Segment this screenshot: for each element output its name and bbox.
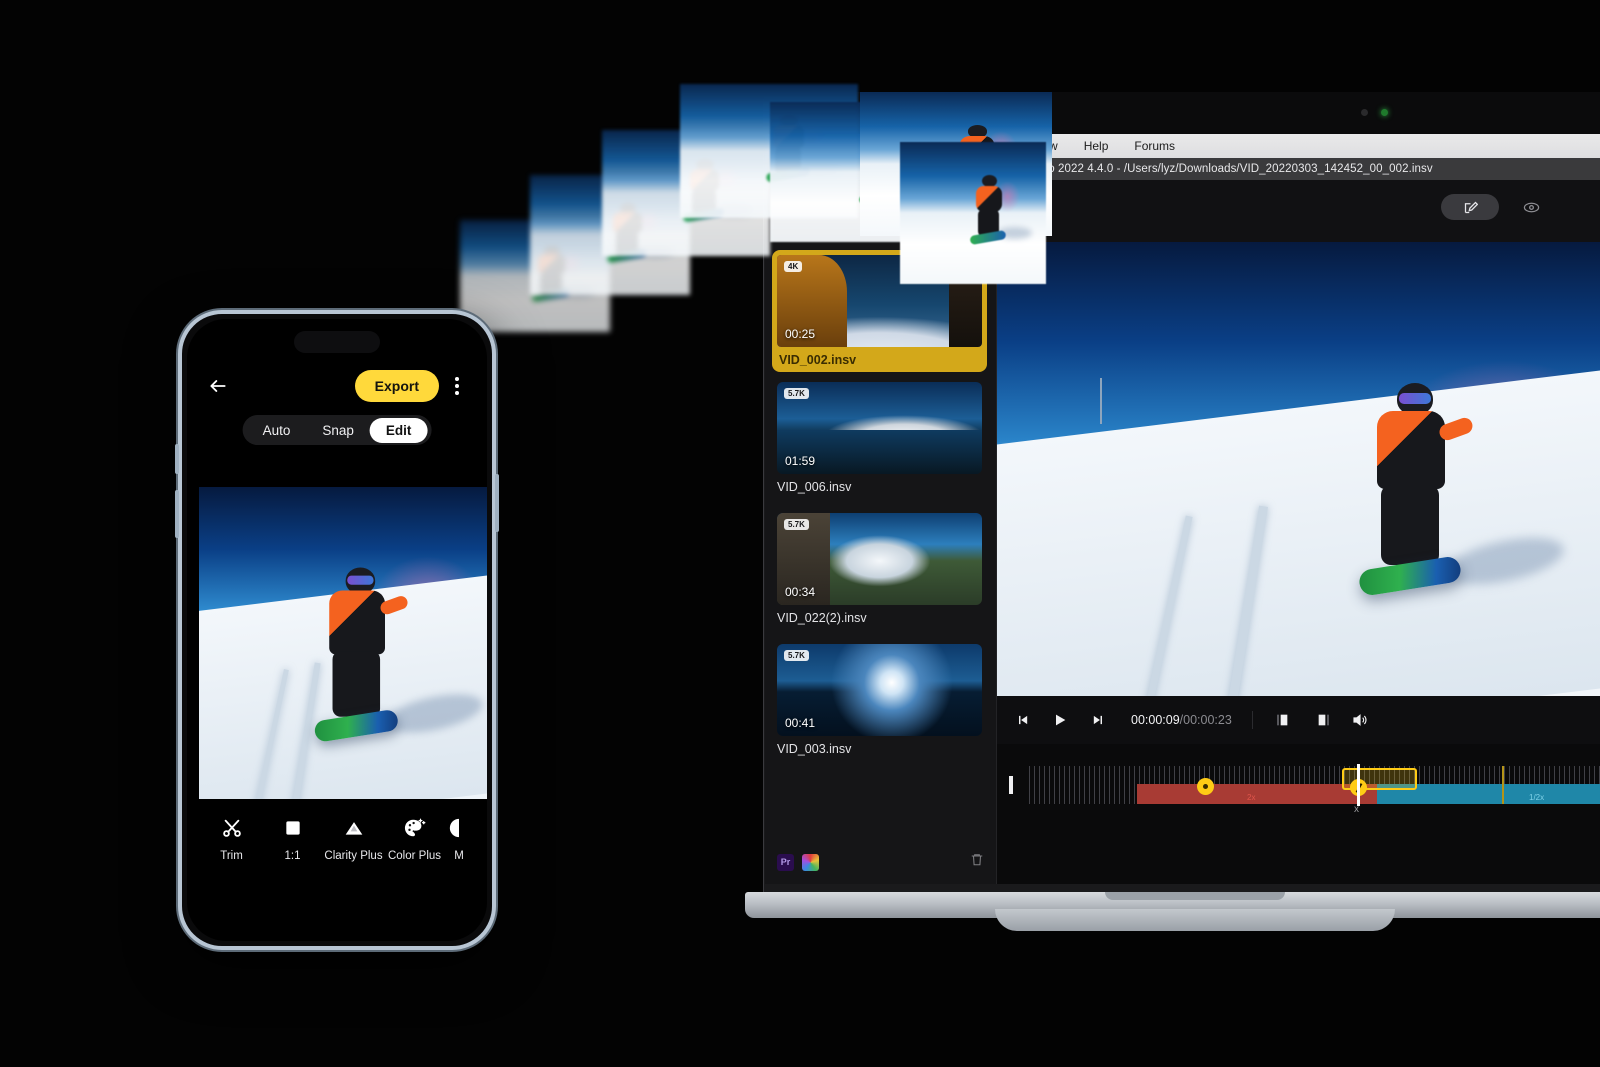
tool-color-plus[interactable]: Color Plus bbox=[384, 815, 445, 862]
keyframe-dot-icon[interactable] bbox=[1197, 778, 1214, 795]
clip-filename: VID_022(2).insv bbox=[777, 611, 867, 625]
mode-tab-auto[interactable]: Auto bbox=[247, 418, 307, 443]
floating-frame-stack bbox=[380, 60, 1080, 360]
clip-duration: 00:41 bbox=[785, 716, 816, 730]
phone-video-preview[interactable] bbox=[199, 487, 487, 799]
aspect-ratio-icon bbox=[283, 815, 303, 841]
clip-item-vid-003[interactable]: 5.7K 00:41 VID_003.insv bbox=[777, 644, 982, 761]
clip-thumbnail: 5.7K 00:34 bbox=[777, 513, 982, 605]
clarity-triangle-icon bbox=[342, 815, 366, 841]
sidebar-footer: Pr bbox=[777, 852, 984, 872]
clip-quality-badge: 5.7K bbox=[784, 650, 809, 661]
tool-label: Trim bbox=[220, 850, 243, 862]
tool-aspect-ratio[interactable]: 1:1 bbox=[262, 815, 323, 862]
timeline-playhead[interactable] bbox=[1357, 764, 1360, 806]
total-time: 00:00:23 bbox=[1183, 713, 1232, 727]
menu-help[interactable]: Help bbox=[1084, 139, 1109, 153]
color-palette-icon[interactable] bbox=[802, 853, 819, 871]
phone-screen: Export Auto Snap Edit Trim 1:1 Clarity P… bbox=[187, 319, 487, 941]
clip-thumbnail: 5.7K 00:41 bbox=[777, 644, 982, 736]
premiere-plugin-icon[interactable]: Pr bbox=[777, 853, 794, 871]
play-icon[interactable] bbox=[1049, 710, 1071, 730]
trash-icon[interactable] bbox=[970, 852, 984, 872]
clip-item-vid-006[interactable]: 5.7K 01:59 VID_006.insv bbox=[777, 382, 982, 499]
tool-label: M bbox=[454, 850, 464, 862]
phone-header: Export bbox=[187, 363, 487, 409]
clip-quality-badge: 5.7K bbox=[784, 388, 809, 399]
tool-trim[interactable]: Trim bbox=[201, 815, 262, 862]
mode-tab-edit[interactable]: Edit bbox=[369, 417, 428, 443]
filmstrip-frame bbox=[900, 142, 1046, 284]
mode-segmented-control[interactable]: Auto Snap Edit bbox=[242, 415, 432, 445]
mark-out-icon[interactable] bbox=[1311, 710, 1333, 730]
color-palette-icon bbox=[403, 815, 427, 841]
menu-forums[interactable]: Forums bbox=[1134, 139, 1175, 153]
mode-tab-snap[interactable]: Snap bbox=[306, 418, 370, 443]
more-vertical-icon[interactable] bbox=[445, 373, 469, 399]
clip-duration: 01:59 bbox=[785, 454, 816, 468]
timeline-start-marker bbox=[1009, 776, 1013, 794]
volume-icon[interactable] bbox=[1349, 710, 1371, 730]
phone-volume-buttons[interactable] bbox=[175, 490, 179, 538]
timecode-display: 00:00:09/00:00:23 bbox=[1131, 713, 1232, 727]
webcam-icon bbox=[1361, 109, 1368, 116]
playback-controls: 00:00:09/00:00:23 bbox=[997, 696, 1600, 744]
editing-timeline[interactable]: 2x 1/2x x bbox=[997, 744, 1600, 884]
clip-thumbnail: 5.7K 01:59 bbox=[777, 382, 982, 474]
snowboarder-subject bbox=[1345, 369, 1568, 619]
video-preview[interactable] bbox=[997, 242, 1600, 696]
edit-pencil-icon[interactable] bbox=[1441, 194, 1499, 220]
toolbar-divider bbox=[1251, 711, 1253, 729]
skip-next-icon[interactable] bbox=[1087, 710, 1109, 730]
tool-label: Color Plus bbox=[387, 850, 442, 862]
clip-quality-badge: 5.7K bbox=[784, 519, 809, 530]
speed-label-right: 1/2x bbox=[1529, 793, 1545, 802]
timeline-track[interactable]: 2x 1/2x x bbox=[1007, 764, 1600, 815]
laptop-base-notch bbox=[1105, 892, 1285, 900]
eye-icon[interactable] bbox=[1521, 197, 1541, 217]
laptop-base-foot bbox=[995, 909, 1395, 931]
cut-marker[interactable]: x bbox=[1354, 804, 1359, 815]
tool-label: 1:1 bbox=[284, 850, 301, 862]
speed-segment[interactable] bbox=[1137, 784, 1377, 804]
phone-notch bbox=[294, 331, 380, 353]
snowboarder-subject bbox=[303, 556, 487, 743]
clip-item-vid-022[interactable]: 5.7K 00:34 VID_022(2).insv bbox=[777, 513, 982, 630]
partial-circle-icon bbox=[448, 815, 470, 841]
clip-filename: VID_006.insv bbox=[777, 480, 852, 494]
phone-power-button[interactable] bbox=[495, 474, 499, 532]
scissors-icon bbox=[221, 815, 243, 841]
export-button[interactable]: Export bbox=[354, 370, 439, 402]
phone-tool-bar: Trim 1:1 Clarity Plus Color Plus M bbox=[187, 815, 487, 862]
back-arrow-icon[interactable] bbox=[205, 373, 231, 399]
current-time: 00:00:09 bbox=[1131, 713, 1180, 727]
camera-indicator-light-icon bbox=[1381, 109, 1388, 116]
tool-clarity-plus[interactable]: Clarity Plus bbox=[323, 815, 384, 862]
smartphone-device: Export Auto Snap Edit Trim 1:1 Clarity P… bbox=[175, 310, 499, 950]
speed-label-left: 2x bbox=[1247, 793, 1256, 802]
clip-duration: 00:34 bbox=[785, 585, 816, 599]
screenshot-stage: Window Help Forums Insta360 Studio 2022 … bbox=[0, 0, 1600, 1067]
tool-label: Clarity Plus bbox=[324, 850, 383, 862]
tool-more[interactable]: M bbox=[445, 815, 473, 862]
mark-in-icon[interactable] bbox=[1273, 710, 1295, 730]
timeline-end-marker bbox=[1502, 766, 1504, 804]
clip-filename: VID_003.insv bbox=[777, 742, 852, 756]
phone-mute-switch[interactable] bbox=[175, 444, 179, 474]
skip-previous-icon[interactable] bbox=[1011, 710, 1033, 730]
toolbar-actions bbox=[1441, 194, 1541, 220]
